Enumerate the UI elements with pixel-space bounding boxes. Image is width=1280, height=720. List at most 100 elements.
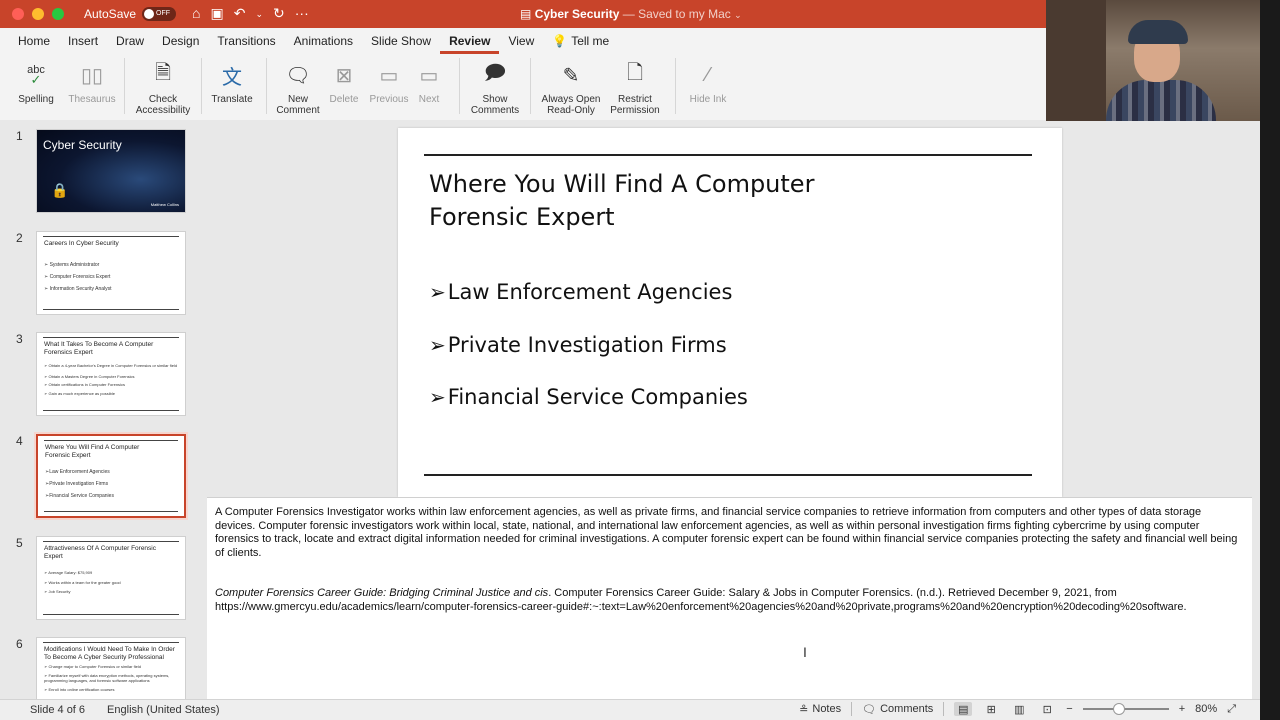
- thumbnail-bullets: ➢Law Enforcement Agencies ➢Private Inves…: [45, 469, 178, 500]
- comments-label: Comments: [880, 703, 934, 715]
- document-title: ▤ Cyber Security — Saved to my Mac ⌄: [520, 7, 742, 21]
- show-comments-button[interactable]: 🗩 Show Comments: [468, 54, 522, 116]
- redo-icon[interactable]: ↻: [273, 5, 285, 23]
- notes-label: Notes: [812, 703, 842, 715]
- thumbnail-frame: Cyber Security 🔒 Matthew Collins: [36, 129, 186, 213]
- ribbon-separator: [124, 58, 125, 114]
- notes-button[interactable]: ≗ Notes: [799, 703, 841, 716]
- slide-bullet[interactable]: ➢ Private Investigation Firms: [429, 333, 727, 357]
- zoom-out-icon[interactable]: −: [1066, 703, 1072, 715]
- delete-comment-button[interactable]: ⊠ Delete: [323, 54, 365, 106]
- thumbnail-bullet: ➢ Obtain certifications in Computer Fore…: [44, 382, 125, 387]
- ribbon-separator: [266, 58, 267, 114]
- tab-design[interactable]: Design: [153, 28, 208, 54]
- current-slide[interactable]: Where You Will Find A Computer Forensic …: [398, 128, 1062, 497]
- slide-thumbnail-4[interactable]: 4 Where You Will Find A Computer Forensi…: [10, 426, 204, 520]
- language-indicator[interactable]: English (United States): [107, 704, 220, 716]
- normal-view-icon[interactable]: ▤: [954, 702, 973, 716]
- zoom-in-icon[interactable]: +: [1179, 703, 1185, 715]
- slide-top-rule: [424, 154, 1032, 156]
- chevron-down-icon[interactable]: ⌄: [255, 5, 263, 23]
- tab-slide-show[interactable]: Slide Show: [362, 28, 440, 54]
- slide-thumbnail-5[interactable]: 5 Attractiveness Of A Computer Forensic …: [10, 528, 204, 620]
- new-comment-button[interactable]: 🗨 New Comment: [273, 54, 323, 117]
- previous-comment-button[interactable]: ▭ Previous: [367, 54, 411, 106]
- zoom-level[interactable]: 80%: [1195, 703, 1217, 715]
- thesaurus-label: Thesaurus: [68, 94, 116, 105]
- thumbnail-rule: [44, 511, 178, 512]
- slide-sorter-view-icon[interactable]: ⊞: [982, 702, 1000, 716]
- thumbnail-rule: [43, 236, 179, 237]
- slide-bullet[interactable]: ➢ Law Enforcement Agencies: [429, 280, 732, 304]
- slide-thumbnail-3[interactable]: 3 What It Takes To Become A Computer For…: [10, 324, 204, 416]
- slide-indicator: Slide 4 of 6: [30, 704, 86, 716]
- more-icon[interactable]: ···: [295, 5, 309, 23]
- notes-citation: Computer Forensics Career Guide: Bridgin…: [215, 587, 1244, 614]
- chevron-down-icon[interactable]: ⌄: [734, 10, 742, 20]
- ribbon-tabs: Home Insert Draw Design Transitions Anim…: [0, 28, 1046, 54]
- next-label: Next: [418, 94, 440, 105]
- tab-home[interactable]: Home: [0, 28, 59, 54]
- tab-animations[interactable]: Animations: [285, 28, 362, 54]
- always-open-read-only-button[interactable]: ✎ Always Open Read-Only: [539, 54, 603, 117]
- thumbnail-bullet: ➢ Gain as much experience as possible: [44, 390, 115, 396]
- fit-to-window-icon[interactable]: ⤢: [1227, 703, 1236, 716]
- spelling-label: Spelling: [18, 94, 54, 105]
- autosave[interactable]: AutoSave OFF: [84, 7, 177, 21]
- tab-review[interactable]: Review: [440, 28, 500, 54]
- tab-view[interactable]: View: [499, 28, 543, 54]
- slide-title[interactable]: Where You Will Find A Computer Forensic …: [429, 168, 889, 234]
- tell-me-search[interactable]: 💡 Tell me: [543, 28, 618, 54]
- tab-draw[interactable]: Draw: [107, 28, 153, 54]
- slide-thumbnail-1[interactable]: 1 Cyber Security 🔒 Matthew Collins: [10, 121, 204, 213]
- save-status[interactable]: — Saved to my Mac: [623, 7, 731, 21]
- delete-label: Delete: [329, 94, 359, 105]
- tab-transitions[interactable]: Transitions: [208, 28, 284, 54]
- comments-button[interactable]: 🗨 Comments: [862, 703, 933, 716]
- thumbnail-bullets: ➢ Obtain a 4-year Bachelor's Degree in C…: [44, 363, 179, 396]
- undo-icon[interactable]: ↶: [234, 5, 246, 23]
- close-window-button[interactable]: [12, 8, 24, 20]
- translate-icon: 文: [222, 66, 242, 89]
- restrict-permission-label: Restrict Permission: [610, 94, 660, 116]
- autosave-toggle[interactable]: OFF: [142, 7, 177, 21]
- translate-button[interactable]: 文 Translate: [208, 54, 256, 106]
- minimize-window-button[interactable]: [32, 8, 44, 20]
- slide-thumbnails-pane[interactable]: 1 Cyber Security 🔒 Matthew Collins 2 Car…: [10, 121, 204, 699]
- status-bar: Slide 4 of 6 English (United States) ≗ N…: [0, 699, 1260, 720]
- arrow-bullet-icon: ➢: [429, 333, 446, 357]
- slide-thumbnail-6[interactable]: 6 Modifications I Would Need To Make In …: [10, 629, 204, 699]
- powerpoint-window: AutoSave OFF ⌂ ▣ ↶ ⌄ ↻ ··· ▤ Cyber Secur…: [0, 0, 1280, 720]
- slide-number: 5: [16, 536, 23, 550]
- save-icon[interactable]: ▣: [211, 5, 224, 23]
- reading-view-icon[interactable]: ▥: [1010, 702, 1028, 716]
- accessibility-icon: 🗎: [154, 62, 172, 84]
- zoom-slider-knob[interactable]: [1112, 703, 1125, 715]
- slide-bullet[interactable]: ➢ Financial Service Companies: [429, 385, 748, 409]
- check-accessibility-button[interactable]: 🗎 Check Accessibility: [133, 54, 193, 116]
- slide-thumbnail-2[interactable]: 2 Careers In Cyber Security ➢ Systems Ad…: [10, 223, 204, 315]
- tell-me-label: Tell me: [571, 34, 610, 48]
- thumbnail-frame: What It Takes To Become A Computer Foren…: [36, 332, 186, 416]
- thumbnail-frame: Where You Will Find A Computer Forensic …: [34, 432, 188, 520]
- thumbnail-bullet: ➢ Average Salary: $75,909: [44, 570, 93, 575]
- thumbnail-bullet: ➢ Change major to Computer Forensics or …: [44, 664, 141, 669]
- status-controls: ≗ Notes 🗨 Comments ▤ ⊞ ▥ ⊡ − + 80% ⤢: [799, 702, 1236, 716]
- translate-label: Translate: [211, 94, 253, 105]
- home-icon[interactable]: ⌂: [192, 5, 200, 23]
- thumbnail-rule: [43, 309, 179, 310]
- lightbulb-icon: 💡: [552, 34, 568, 48]
- restrict-permission-button[interactable]: 🗋 Restrict Permission: [605, 54, 665, 116]
- arrow-bullet-icon: ➢: [429, 385, 446, 409]
- next-comment-button[interactable]: ▭ Next: [411, 54, 447, 106]
- tab-insert[interactable]: Insert: [59, 28, 107, 54]
- speaker-notes[interactable]: A Computer Forensics Investigator works …: [207, 497, 1252, 699]
- thesaurus-button[interactable]: ▯▯ Thesaurus: [68, 54, 116, 106]
- maximize-window-button[interactable]: [52, 8, 64, 20]
- comments-icon: 🗨: [862, 703, 877, 716]
- slide-show-view-icon[interactable]: ⊡: [1038, 702, 1056, 716]
- spelling-button[interactable]: abc ✓ Spelling: [14, 54, 58, 106]
- zoom-slider[interactable]: [1082, 703, 1169, 715]
- next-comment-icon: ▭: [419, 64, 439, 87]
- hide-ink-button[interactable]: ⁄ Hide Ink: [684, 54, 732, 106]
